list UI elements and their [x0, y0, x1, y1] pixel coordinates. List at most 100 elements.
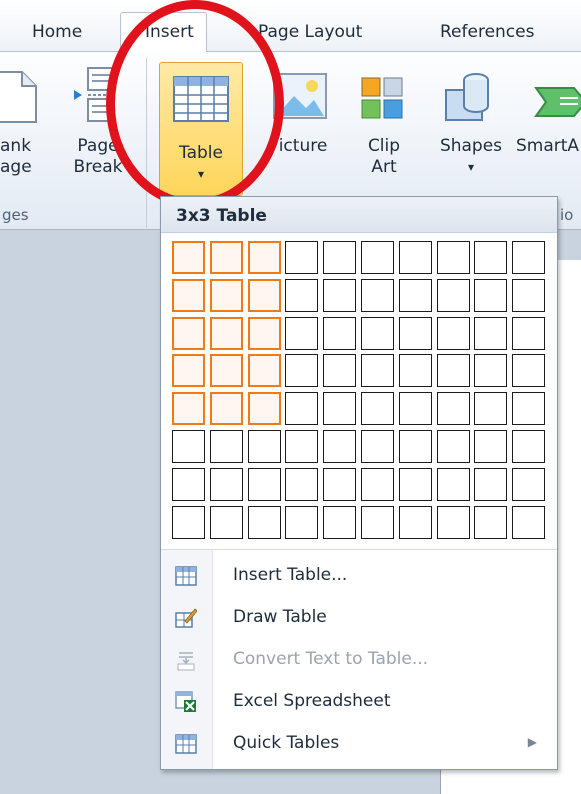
grid-cell[interactable]: [361, 278, 394, 312]
grid-cell[interactable]: [247, 316, 281, 350]
grid-cell[interactable]: [247, 505, 281, 539]
grid-cell[interactable]: [172, 278, 205, 312]
grid-cell[interactable]: [474, 316, 508, 350]
grid-cell[interactable]: [512, 316, 546, 350]
grid-cell[interactable]: [285, 354, 319, 388]
tab-page-layout[interactable]: Page Layout: [258, 22, 362, 42]
grid-cell[interactable]: [285, 430, 319, 463]
grid-cell[interactable]: [172, 241, 205, 274]
grid-cell[interactable]: [361, 505, 394, 539]
shapes-button[interactable]: Shapes ▾: [430, 66, 512, 178]
grid-cell[interactable]: [285, 467, 319, 501]
grid-cell[interactable]: [512, 467, 546, 501]
picture-button[interactable]: icture: [268, 66, 338, 157]
grid-cell[interactable]: [209, 392, 243, 426]
grid-cell[interactable]: [247, 430, 281, 463]
grid-cell[interactable]: [172, 430, 205, 463]
grid-cell[interactable]: [436, 278, 470, 312]
grid-cell[interactable]: [512, 430, 546, 463]
grid-cell[interactable]: [474, 505, 508, 539]
grid-cell[interactable]: [512, 505, 546, 539]
grid-cell[interactable]: [398, 392, 432, 426]
grid-cell[interactable]: [172, 392, 205, 426]
clip-art-button[interactable]: Clip Art: [356, 66, 412, 178]
grid-cell[interactable]: [436, 505, 470, 539]
grid-cell[interactable]: [172, 467, 205, 501]
grid-cell[interactable]: [285, 316, 319, 350]
grid-cell[interactable]: [398, 354, 432, 388]
menu-item-insert-table[interactable]: Insert Table...: [161, 555, 557, 597]
grid-cell[interactable]: [247, 278, 281, 312]
grid-cell[interactable]: [172, 354, 205, 388]
shapes-icon: [445, 73, 489, 121]
grid-cell[interactable]: [398, 316, 432, 350]
grid-cell[interactable]: [285, 241, 319, 274]
grid-cell[interactable]: [474, 278, 508, 312]
grid-cell[interactable]: [436, 241, 470, 274]
grid-cell[interactable]: [436, 316, 470, 350]
grid-cell[interactable]: [398, 467, 432, 501]
grid-cell[interactable]: [323, 316, 357, 350]
grid-cell[interactable]: [285, 392, 319, 426]
menu-item-quick-tables[interactable]: Quick Tables ▶: [161, 723, 557, 765]
grid-cell[interactable]: [512, 354, 546, 388]
menu-item-excel-spreadsheet[interactable]: Excel Spreadsheet: [161, 681, 557, 723]
grid-cell[interactable]: [361, 241, 394, 274]
grid-cell[interactable]: [474, 392, 508, 426]
tab-references[interactable]: References: [440, 22, 534, 42]
grid-cell[interactable]: [172, 316, 205, 350]
grid-cell[interactable]: [436, 467, 470, 501]
grid-cell[interactable]: [398, 505, 432, 539]
grid-cell[interactable]: [209, 354, 243, 388]
grid-cell[interactable]: [323, 278, 357, 312]
grid-cell[interactable]: [209, 241, 243, 274]
grid-cell[interactable]: [361, 354, 394, 388]
tab-insert[interactable]: Insert: [120, 12, 207, 54]
tab-home[interactable]: Home: [32, 22, 82, 42]
grid-cell[interactable]: [209, 505, 243, 539]
grid-cell[interactable]: [323, 505, 357, 539]
smartart-button[interactable]: SmartA: [516, 66, 581, 157]
menu-item-convert-text[interactable]: Convert Text to Table...: [161, 639, 557, 681]
grid-cell[interactable]: [209, 430, 243, 463]
grid-cell[interactable]: [512, 392, 546, 426]
menu-item-draw-table[interactable]: Draw Table: [161, 597, 557, 639]
grid-cell[interactable]: [247, 354, 281, 388]
grid-cell[interactable]: [474, 354, 508, 388]
grid-cell[interactable]: [398, 241, 432, 274]
grid-cell[interactable]: [361, 316, 394, 350]
grid-cell[interactable]: [247, 241, 281, 274]
grid-cell[interactable]: [209, 278, 243, 312]
grid-cell[interactable]: [323, 430, 357, 463]
grid-cell[interactable]: [474, 241, 508, 274]
grid-cell[interactable]: [436, 354, 470, 388]
grid-cell[interactable]: [436, 392, 470, 426]
grid-cell[interactable]: [512, 241, 546, 274]
grid-cell[interactable]: [323, 241, 357, 274]
page-break-button[interactable]: Page Break: [66, 66, 130, 178]
grid-cell[interactable]: [323, 392, 357, 426]
grid-cell[interactable]: [398, 430, 432, 463]
grid-cell[interactable]: [361, 392, 394, 426]
grid-cell[interactable]: [361, 430, 394, 463]
grid-cell[interactable]: [285, 505, 319, 539]
grid-cell[interactable]: [323, 467, 357, 501]
table-grid[interactable]: [172, 241, 552, 541]
grid-cell[interactable]: [474, 430, 508, 463]
grid-cell[interactable]: [209, 316, 243, 350]
grid-cell[interactable]: [398, 278, 432, 312]
grid-cell[interactable]: [172, 505, 205, 539]
grid-cell[interactable]: [209, 467, 243, 501]
grid-cell[interactable]: [436, 430, 470, 463]
grid-cell[interactable]: [285, 278, 319, 312]
blank-page-button[interactable]: ank age: [0, 66, 42, 178]
grid-cell[interactable]: [512, 278, 546, 312]
grid-cell[interactable]: [247, 392, 281, 426]
grid-cell[interactable]: [361, 467, 394, 501]
draw-table-icon: [175, 608, 197, 628]
table-button[interactable]: Table ▾: [159, 62, 243, 196]
insert-table-icon: [175, 566, 197, 586]
grid-cell[interactable]: [474, 467, 508, 501]
grid-cell[interactable]: [323, 354, 357, 388]
grid-cell[interactable]: [247, 467, 281, 501]
